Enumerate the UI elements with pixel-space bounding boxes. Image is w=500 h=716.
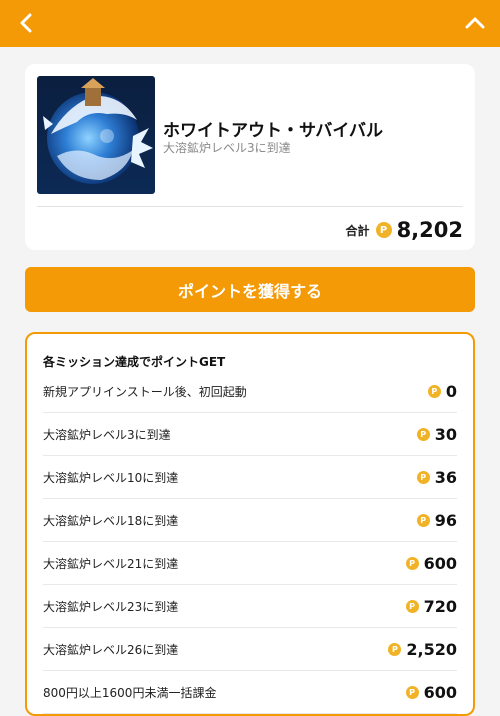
- mission-label: 800円以上1600円未満一括課金: [43, 685, 217, 700]
- earn-points-button[interactable]: ポイントを獲得する: [25, 267, 475, 312]
- mission-points: 30: [434, 424, 457, 444]
- app-subtitle: 大溶鉱炉レベル3に到達: [163, 141, 291, 155]
- mission-points: 36: [434, 467, 457, 487]
- mission-reward: P 36: [416, 467, 457, 487]
- chevron-left-icon: [20, 13, 32, 33]
- mission-label: 大溶鉱炉レベル18に到達: [43, 513, 179, 528]
- mission-points: 720: [423, 596, 457, 616]
- mission-reward: P 600: [405, 553, 457, 573]
- mission-reward: P 0: [427, 381, 457, 401]
- mission-reward: P 96: [416, 510, 457, 530]
- mission-label: 大溶鉱炉レベル23に到達: [43, 599, 179, 614]
- mission-row: 大溶鉱炉レベル18に到達 P 96: [43, 499, 457, 542]
- mission-label: 大溶鉱炉レベル26に到達: [43, 642, 179, 657]
- mission-reward: P 600: [405, 682, 457, 702]
- collapse-button[interactable]: [460, 9, 490, 37]
- point-coin-icon: P: [405, 556, 419, 570]
- point-coin-icon: P: [416, 470, 430, 484]
- mission-row: 大溶鉱炉レベル26に到達 P 2,520: [43, 628, 457, 671]
- top-bar: [0, 0, 500, 47]
- mission-points: 96: [434, 510, 457, 530]
- app-title: ホワイトアウト・サバイバル: [163, 121, 383, 141]
- mission-reward: P 30: [416, 424, 457, 444]
- mission-row: 800円以上1600円未満一括課金 P 600: [43, 671, 457, 714]
- mission-row: 大溶鉱炉レベル3に到達 P 30: [43, 413, 457, 456]
- app-card: ホワイトアウト・サバイバル 大溶鉱炉レベル3に到達 合計 P 8,202: [25, 64, 475, 250]
- mission-points: 600: [423, 682, 457, 702]
- point-coin-icon: P: [416, 427, 430, 441]
- total-points-value: 8,202: [396, 218, 463, 242]
- mission-row: 大溶鉱炉レベル23に到達 P 720: [43, 585, 457, 628]
- mission-label: 大溶鉱炉レベル21に到達: [43, 556, 179, 571]
- chevron-up-icon: [465, 17, 485, 29]
- mission-points: 600: [423, 553, 457, 573]
- mission-row: 大溶鉱炉レベル21に到達 P 600: [43, 542, 457, 585]
- point-coin-icon: P: [375, 222, 392, 238]
- point-coin-icon: P: [427, 384, 441, 398]
- mission-points: 2,520: [406, 639, 457, 659]
- mission-points: 0: [445, 381, 457, 401]
- divider: [37, 206, 463, 207]
- mission-reward: P 2,520: [388, 640, 457, 659]
- point-coin-icon: P: [405, 599, 419, 613]
- total-points-row: 合計 P 8,202: [346, 215, 463, 245]
- back-button[interactable]: [12, 9, 40, 37]
- snow-globe-game-icon: [37, 76, 155, 194]
- point-coin-icon: P: [416, 513, 430, 527]
- mission-label: 大溶鉱炉レベル3に到達: [43, 427, 171, 442]
- mission-label: 大溶鉱炉レベル10に到達: [43, 470, 179, 485]
- point-coin-icon: P: [388, 642, 402, 656]
- mission-label: 新規アプリインストール後、初回起動: [43, 384, 247, 399]
- mission-reward: P 720: [405, 596, 457, 616]
- missions-heading: 各ミッション達成でポイントGET: [43, 355, 226, 369]
- mission-row: 新規アプリインストール後、初回起動 P 0: [43, 370, 457, 413]
- missions-panel: 各ミッション達成でポイントGET 新規アプリインストール後、初回起動 P 0 大…: [25, 332, 475, 716]
- mission-row: 大溶鉱炉レベル10に到達 P 36: [43, 456, 457, 499]
- app-thumbnail: [37, 76, 155, 194]
- point-coin-icon: P: [405, 685, 419, 699]
- total-label: 合計: [345, 223, 370, 238]
